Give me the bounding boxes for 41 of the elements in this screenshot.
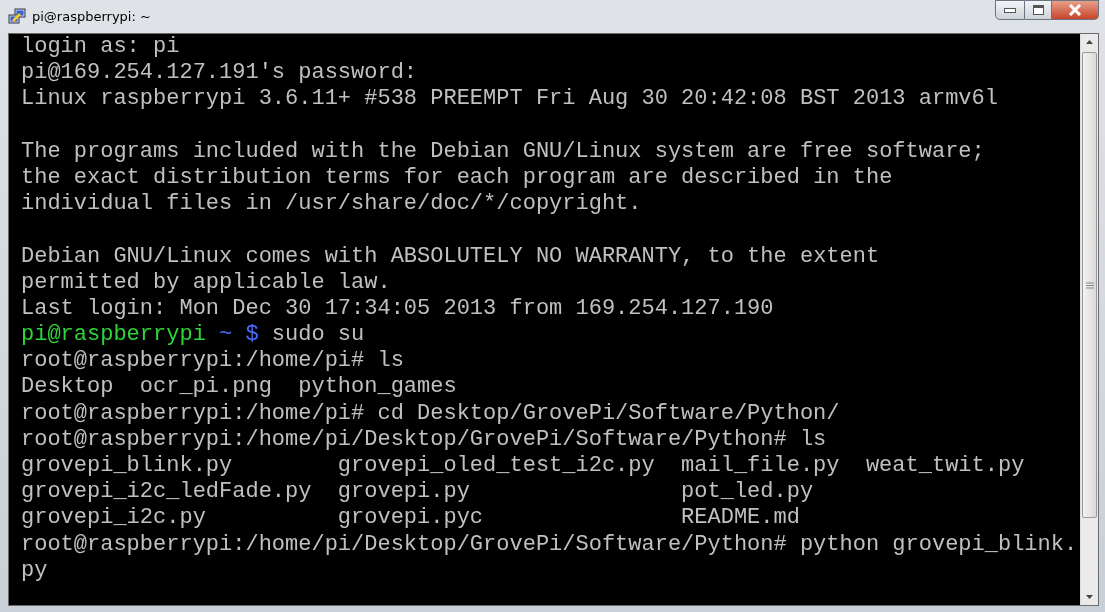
command-text: ls [377,348,404,375]
command-text: ls [799,426,827,453]
output-line: Last login: Mon Dec 30 17:34:05 2013 from 169.254.127.190 [21,295,775,323]
close-icon [1068,4,1082,16]
file-name: mail_file.py [681,453,840,480]
window-title: pi@raspberrypi: ~ [32,9,151,24]
file-name: grovepi_i2c.py [21,505,207,532]
file-name: grovepi_blink.py [21,453,234,480]
file-name: grovepi.pyc [337,505,485,532]
output-line: the exact distribution terms for each program are described in the [21,164,894,192]
file-name: README.md [681,505,801,532]
output-line: login as: pi [21,34,181,61]
minimize-button[interactable] [995,0,1025,20]
output-line: pi@169.254.127.191's password: [21,60,419,87]
file-name: Desktop [21,374,114,401]
close-button[interactable] [1052,0,1099,20]
output-line: permitted by applicable law. [21,269,392,296]
shell-prompt: root@raspberrypi:/home/pi/Desktop/GrovePi/Software/Python# [21,426,787,453]
file-name: grovepi.py [337,479,471,506]
command-text: cd Desktop/GrovePi/Software/Python/ [377,400,840,427]
path-prompt: ~ $ [219,322,259,349]
file-name: grovepi_oled_test_i2c.py [337,453,655,480]
shell-prompt: root@raspberrypi:/home/pi# [21,348,365,375]
output-line: Linux raspberrypi 3.6.11+ #538 PREEMPT Fri Aug 30 20:42:08 BST 2013 armv6l [21,86,999,113]
output-line: The programs included with the Debian GNU/Linux system are free software; [21,138,986,165]
command-text: python grovepi_blink. [799,531,1078,558]
computers-icon [8,7,26,26]
command-text: sudo su [271,322,365,349]
file-name: grovepi_i2c_ledFade.py [21,479,312,506]
output-line: py [21,557,49,584]
maximize-button[interactable] [1025,0,1052,20]
file-name: weat_twit.py [865,453,1025,480]
shell-prompt: root@raspberrypi:/home/pi# [21,400,365,427]
output-line: individual files in /usr/share/doc/*/copyright. [21,191,643,218]
shell-prompt: root@raspberrypi:/home/pi/Desktop/GrovePi/Software/Python# [21,531,787,558]
output-line: Debian GNU/Linux comes with ABSOLUTELY NO WARRANTY, to the extent [21,243,881,270]
grip-icon [1085,281,1094,289]
file-name: ocr_pi.png [139,374,272,401]
file-name: pot_led.py [681,479,815,506]
file-name: python_games [298,374,457,401]
user-host-prompt: pi@raspberrypi [21,322,206,349]
